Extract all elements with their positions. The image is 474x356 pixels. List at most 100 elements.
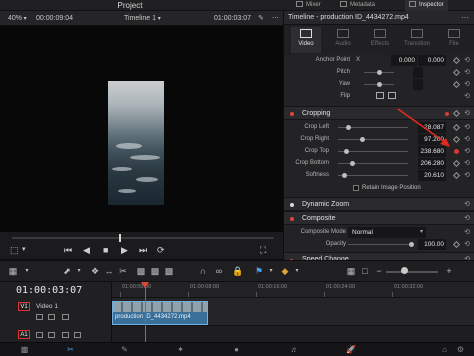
tab-audio[interactable]: Audio [328, 27, 358, 53]
tab-metadata[interactable]: Metadata [340, 0, 375, 11]
dynamic-zoom-section-header[interactable]: Dynamic Zoom ⟲ [284, 197, 474, 211]
snapping-icon[interactable]: ∩ [198, 266, 208, 276]
selection-tool-icon[interactable]: ⬈ [62, 266, 72, 276]
tab-video[interactable]: Video [291, 27, 321, 53]
zoom-out-icon[interactable]: − [374, 266, 384, 276]
auto-select-icon[interactable] [48, 332, 55, 338]
crop-top-slider-knob[interactable] [344, 149, 349, 154]
fullscreen-icon[interactable]: ⛶ [260, 245, 266, 255]
crop-right-field[interactable]: 97.200 [418, 134, 446, 145]
reset-icon[interactable]: ⟲ [464, 92, 470, 100]
chevron-down-icon[interactable]: ▾ [292, 266, 302, 276]
anchor-y-field[interactable]: 0.000 [418, 55, 446, 66]
keyframe-icon[interactable] [452, 123, 461, 132]
blade-tool-icon[interactable]: ✂ [118, 266, 128, 276]
cropping-section-header[interactable]: Cropping ⟲ [284, 106, 474, 120]
reset-icon[interactable]: ⟲ [464, 68, 470, 76]
linked-selection-icon[interactable]: ∞ [214, 266, 224, 276]
flip-horizontal-icon[interactable] [376, 92, 384, 99]
media-page-icon[interactable]: ▩ [20, 346, 29, 354]
deliver-page-icon[interactable]: 🚀 [346, 346, 356, 354]
home-icon[interactable]: ⌂ [440, 346, 449, 354]
tab-inspector[interactable]: Inspector [405, 0, 448, 11]
timeline-zoom-slider[interactable] [386, 271, 438, 273]
keyframe-icon[interactable] [452, 109, 461, 118]
crop-bottom-slider-knob[interactable] [350, 161, 355, 166]
fusion-page-icon[interactable]: ✦ [176, 346, 185, 354]
solo-icon[interactable] [62, 332, 69, 338]
fairlight-page-icon[interactable]: ♬ [290, 346, 299, 354]
zoom-detail-icon[interactable]: □ [360, 266, 370, 276]
reset-icon[interactable]: ⟲ [464, 109, 470, 117]
opacity-field[interactable]: 100.00 [418, 239, 446, 250]
yaw-slider-knob[interactable] [377, 82, 382, 87]
color-picker-icon[interactable]: ✎ [258, 11, 264, 26]
crop-bottom-field[interactable]: 206.280 [418, 158, 446, 169]
tab-transition[interactable]: Transition [402, 27, 432, 53]
flag-icon[interactable]: ⚑ [254, 266, 264, 276]
pitch-slider-knob[interactable] [377, 70, 382, 75]
marker-icon[interactable]: ◆ [280, 266, 290, 276]
reset-icon[interactable]: ⟲ [464, 200, 470, 208]
crop-right-slider-knob[interactable] [360, 137, 365, 142]
scrub-bar[interactable] [12, 237, 274, 239]
tab-effects[interactable]: Effects [365, 27, 395, 53]
softness-field[interactable]: 20.610 [418, 170, 446, 181]
settings-icon[interactable]: ⚙ [456, 346, 465, 354]
skip-to-start-icon[interactable]: ⏮ [64, 245, 72, 255]
keyframe-icon[interactable] [452, 68, 461, 77]
stop-icon[interactable]: ■ [103, 245, 108, 255]
video-track-id[interactable]: V1 [18, 302, 30, 311]
reset-icon[interactable]: ⟲ [464, 147, 470, 155]
crop-bottom-slider[interactable] [338, 163, 408, 164]
viewer-options-icon[interactable]: ⋯ [272, 11, 279, 26]
keyframe-icon[interactable] [452, 135, 461, 144]
tab-file[interactable]: File [439, 27, 469, 53]
reset-icon[interactable]: ⟲ [464, 171, 470, 179]
crop-top-field[interactable]: 238.680 [418, 146, 446, 157]
skip-to-end-icon[interactable]: ⏭ [139, 245, 147, 255]
dynamic-zoom-enable-toggle[interactable] [290, 203, 294, 207]
softness-slider-knob[interactable] [342, 173, 347, 178]
mute-icon[interactable] [74, 332, 81, 338]
chevron-down-icon[interactable]: ▾ [266, 266, 276, 276]
video-track-name[interactable]: Video 1 [36, 303, 58, 310]
play-icon[interactable]: ▶ [121, 245, 128, 255]
reset-icon[interactable]: ⟲ [464, 240, 470, 248]
keyframe-icon[interactable] [452, 159, 461, 168]
insert-clip-icon[interactable]: ▩ [136, 266, 146, 276]
timeline-ruler[interactable]: 01:00:00:00 01:00:08:00 01:00:16:00 01:00:2… [112, 282, 474, 298]
composite-enable-toggle[interactable] [290, 217, 294, 221]
zoom-dropdown[interactable]: 40% [8, 11, 27, 27]
reset-icon[interactable]: ⟲ [464, 228, 470, 236]
viewer-mode-icon[interactable]: ⬚ [10, 245, 19, 255]
replace-clip-icon[interactable]: ▩ [164, 266, 174, 276]
trim-tool-icon[interactable]: ❖ [90, 266, 100, 276]
opacity-slider[interactable] [348, 244, 414, 245]
reset-icon[interactable]: ⟲ [464, 56, 470, 64]
video-clip[interactable]: production ID_4434272.mp4 [112, 301, 208, 325]
composite-section-header[interactable]: Composite ⟲ [284, 211, 474, 225]
layout-icon[interactable]: ▦ [8, 266, 18, 276]
reset-icon[interactable]: ⟲ [464, 123, 470, 131]
chevron-down-icon[interactable]: ▾ [22, 266, 32, 276]
overwrite-clip-icon[interactable]: ▩ [150, 266, 160, 276]
loop-icon[interactable]: ⟳ [157, 245, 165, 255]
timeline-playhead[interactable] [145, 282, 146, 342]
lock-track-icon[interactable] [36, 314, 43, 320]
chevron-down-icon[interactable]: ▾ [74, 266, 84, 276]
composite-mode-select[interactable]: Normal [348, 227, 426, 238]
edit-page-icon[interactable]: ✎ [120, 346, 129, 354]
audio-track-id[interactable]: A1 [18, 330, 30, 339]
tab-mixer[interactable]: Mixer [296, 0, 321, 11]
crop-left-slider-knob[interactable] [346, 125, 351, 130]
timeline-zoom-knob[interactable] [401, 267, 408, 274]
softness-slider[interactable] [338, 175, 408, 176]
reset-icon[interactable]: ⟲ [464, 159, 470, 167]
keyframe-icon[interactable] [452, 56, 461, 65]
inspector-options-icon[interactable]: ⋯ [461, 13, 469, 22]
crop-left-field[interactable]: 28.087 [418, 122, 446, 133]
reset-icon[interactable]: ⟲ [464, 80, 470, 88]
keyframe-icon[interactable] [452, 240, 461, 249]
flip-vertical-icon[interactable] [388, 92, 396, 99]
